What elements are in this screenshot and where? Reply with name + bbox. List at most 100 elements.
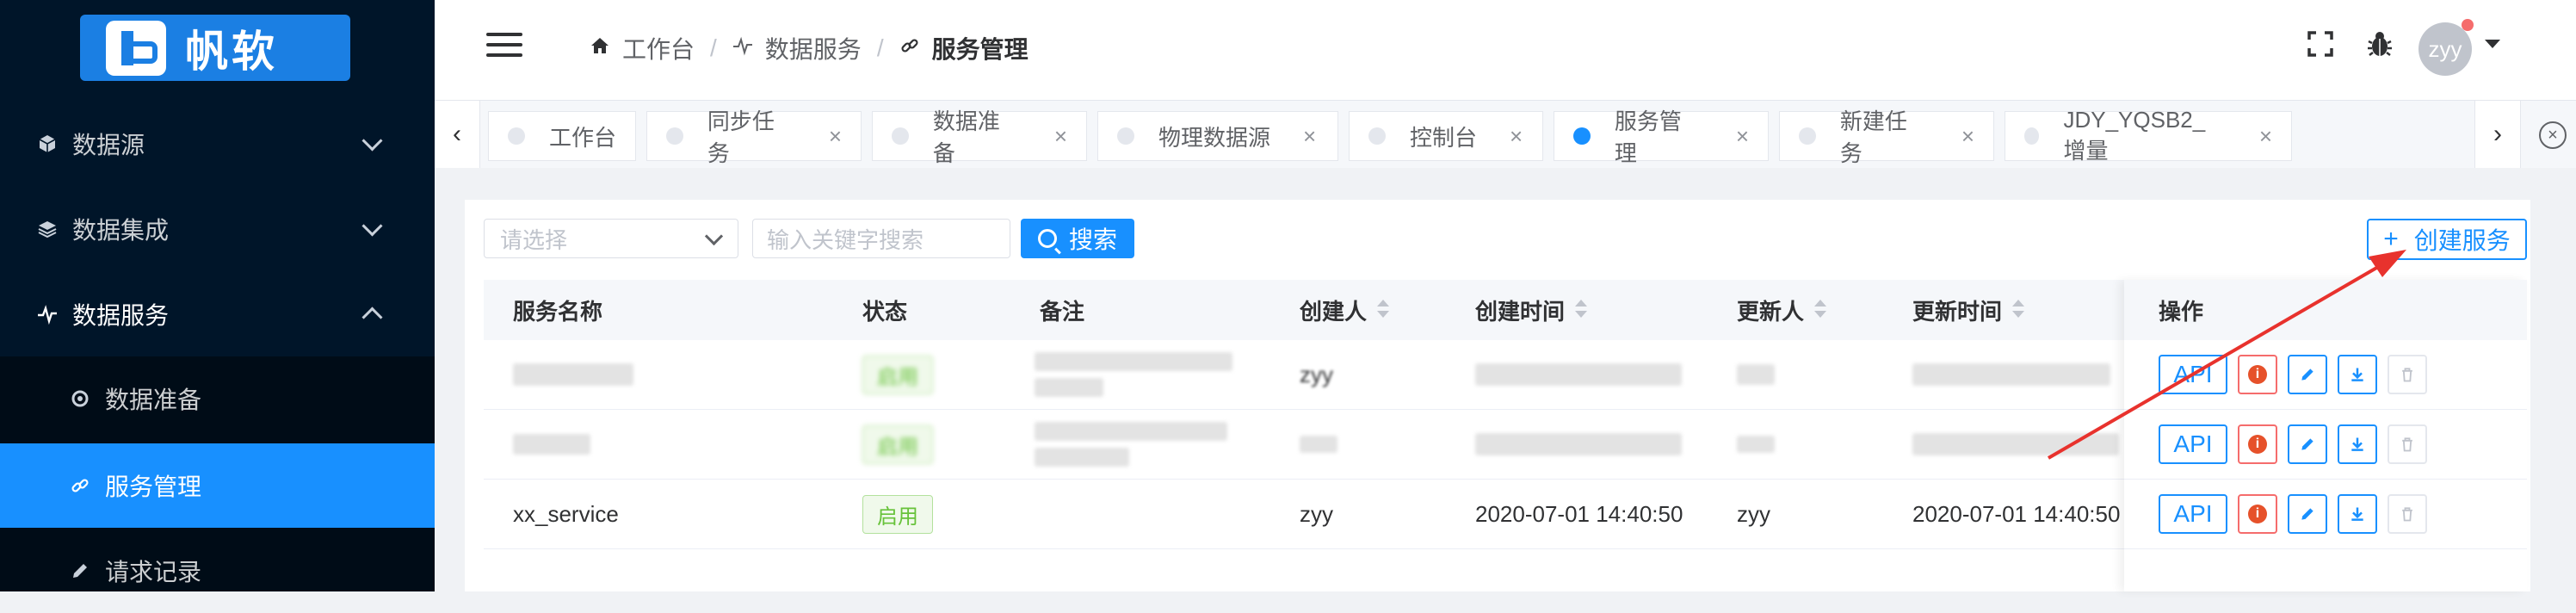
sidebar-item-label: 数据源 (72, 132, 145, 158)
create-service-button[interactable]: + 创建服务 (2367, 219, 2527, 260)
sidebar-item-label: 数据准备 (105, 387, 202, 413)
sidebar-item-service-manage[interactable]: 服务管理 (0, 443, 435, 528)
close-icon[interactable]: × (1736, 123, 1749, 150)
cell-updater (1737, 410, 1775, 479)
tab-physical-datasource[interactable]: 物理数据源 × (1097, 111, 1338, 161)
sidebar-item-label: 数据集成 (72, 217, 170, 244)
cell-updated (1912, 410, 2119, 479)
breadcrumb-label: 工作台 (622, 36, 695, 63)
caret-down-icon[interactable] (2485, 40, 2500, 48)
search-button-label: 搜索 (1068, 226, 1117, 253)
cell-remark (1035, 410, 1227, 479)
sidebar-item-integration[interactable]: 数据集成 (0, 187, 435, 271)
notification-dot (2462, 19, 2474, 31)
link-icon (899, 35, 920, 62)
fullscreen-icon[interactable] (2307, 31, 2333, 57)
download-button[interactable] (2338, 424, 2377, 464)
chevron-left-icon: ‹ (453, 120, 461, 148)
cell-status: 启用 (862, 410, 933, 479)
close-icon[interactable]: × (1961, 123, 1974, 150)
link-icon (69, 474, 91, 497)
cell-updated (1912, 340, 2110, 409)
api-button[interactable]: API (2159, 424, 2227, 464)
close-all-tabs-icon[interactable]: × (2539, 121, 2567, 149)
search-button[interactable]: 搜索 (1021, 219, 1134, 258)
chevron-right-icon: › (2493, 120, 2502, 148)
sidebar-item-datasource[interactable]: 数据源 (0, 102, 435, 186)
tab-workbench[interactable]: 工作台 (488, 111, 636, 161)
breadcrumb-item-home[interactable]: 工作台 (590, 31, 695, 65)
sidebar-item-dataservice[interactable]: 数据服务 (0, 272, 435, 356)
download-icon (2351, 368, 2363, 381)
close-icon[interactable]: × (2259, 123, 2272, 150)
search-icon (1037, 229, 1057, 248)
api-button[interactable]: API (2159, 355, 2227, 394)
sidebar-item-request-log[interactable]: 请求记录 (0, 529, 435, 613)
api-button[interactable]: API (2159, 494, 2227, 534)
col-remark: 备注 (1040, 298, 1085, 325)
select-placeholder: 请选择 (500, 226, 568, 253)
tab-dot-icon (1368, 127, 1386, 145)
tab-dot-icon (2024, 127, 2040, 145)
col-updated-time[interactable]: 更新时间 (1912, 280, 2025, 340)
info-icon: i (2248, 365, 2267, 384)
edit-button[interactable] (2288, 355, 2327, 394)
sidebar-item-dataprep[interactable]: 数据准备 (0, 356, 435, 441)
tab-service-manage[interactable]: 服务管理 × (1554, 108, 1769, 166)
tab-label: 工作台 (549, 124, 617, 151)
tabs-list: 工作台 同步任务 × 数据准备 × 物理数据源 × 控制台 × 服务管理 × 新… (488, 107, 2302, 166)
menu-toggle-icon[interactable] (486, 33, 522, 59)
trash-icon (2402, 507, 2412, 522)
cell-created (1475, 340, 1682, 409)
create-button-label: 创建服务 (2413, 227, 2511, 254)
info-icon: i (2248, 435, 2267, 454)
cell-creator (1300, 410, 1337, 479)
col-creator[interactable]: 创建人 (1300, 280, 1390, 340)
edit-button[interactable] (2288, 424, 2327, 464)
download-button[interactable] (2338, 494, 2377, 534)
delete-button[interactable] (2388, 424, 2427, 464)
close-icon[interactable]: × (1510, 123, 1523, 150)
tabs-next-button[interactable]: › (2474, 101, 2521, 168)
tab-data-prep[interactable]: 数据准备 × (872, 108, 1087, 166)
sidebar-item-label: 请求记录 (105, 559, 202, 585)
download-icon (2351, 507, 2363, 521)
tabs-prev-button[interactable]: ‹ (435, 101, 480, 168)
pulse-icon (732, 35, 753, 62)
delete-button[interactable] (2388, 355, 2427, 394)
col-updater[interactable]: 更新人 (1737, 280, 1827, 340)
info-button[interactable]: i (2238, 494, 2277, 534)
sidebar-item-label: 服务管理 (105, 474, 202, 500)
logo[interactable]: 帆软 (80, 15, 350, 81)
cell-created: 2020-07-01 14:40:50 (1475, 500, 1683, 527)
col-created-time[interactable]: 创建时间 (1475, 280, 1588, 340)
col-actions: 操作 (2159, 298, 2204, 325)
status-select[interactable]: 请选择 (484, 219, 738, 258)
tab-sync-task[interactable]: 同步任务 × (646, 108, 862, 166)
close-icon[interactable]: × (829, 123, 842, 150)
edit-button[interactable] (2288, 494, 2327, 534)
main-card: 请选择 输入关键字搜索 搜索 + 创建服务 服务名称 状态 备注 创建人 创建时… (465, 200, 2530, 591)
tab-new-task[interactable]: 新建任务 × (1779, 108, 1994, 166)
service-table: 服务名称 状态 备注 创建人 创建时间 更新人 更新时间 操作 启用 zyy A… (484, 280, 2527, 549)
search-input[interactable]: 输入关键字搜索 (752, 219, 1010, 258)
cell-actions: API i (2159, 410, 2437, 479)
trash-icon (2402, 437, 2412, 452)
avatar[interactable]: zyy (2418, 22, 2472, 76)
download-button[interactable] (2338, 355, 2377, 394)
pencil-icon (2301, 508, 2313, 520)
breadcrumb-item-dataservice[interactable]: 数据服务 (732, 31, 862, 65)
info-button[interactable]: i (2238, 355, 2277, 394)
close-icon[interactable]: × (1303, 123, 1316, 150)
tab-console[interactable]: 控制台 × (1349, 111, 1543, 161)
bug-icon[interactable] (2365, 29, 2394, 65)
delete-button[interactable] (2388, 494, 2427, 534)
logo-mark-icon (106, 20, 166, 76)
info-button[interactable]: i (2238, 424, 2277, 464)
cell-creator: zyy (1300, 500, 1333, 527)
tabs-bar: ‹ 工作台 同步任务 × 数据准备 × 物理数据源 × 控制台 × 服务管理 ×… (435, 100, 2576, 168)
tab-label: JDY_YQSB2_增量 (2063, 107, 2206, 164)
close-icon[interactable]: × (1054, 123, 1067, 150)
tab-jdy-increment[interactable]: JDY_YQSB2_增量 × (2005, 107, 2292, 164)
download-icon (2351, 437, 2363, 451)
